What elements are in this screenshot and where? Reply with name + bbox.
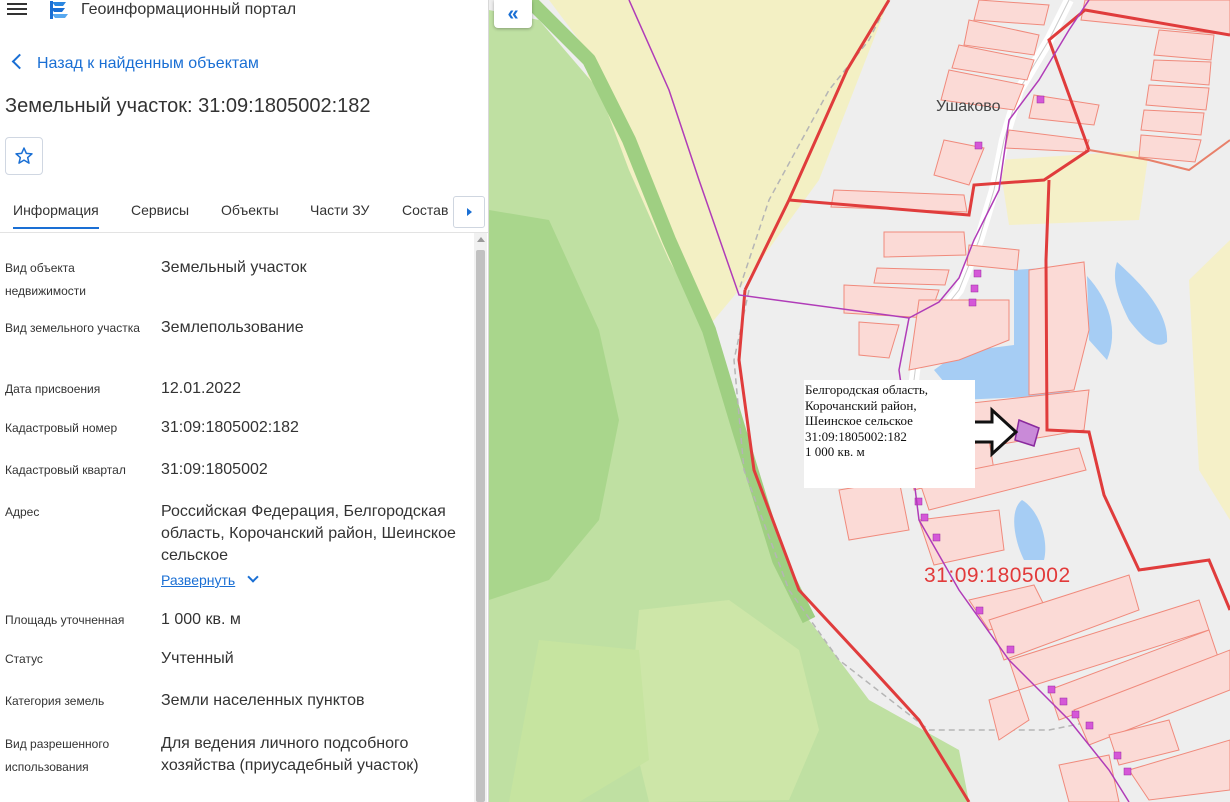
property-label: Кадастровый номер <box>5 421 118 435</box>
property-value: 31:09:1805002:182 <box>161 419 299 436</box>
property-value: 1 000 кв. м <box>161 611 241 628</box>
chevron-down-icon <box>247 571 259 583</box>
property-value: Земли населенных пунктов <box>161 692 365 709</box>
star-icon <box>15 147 33 164</box>
property-label: Площадь уточненная <box>5 613 125 627</box>
tab-bar: Информация Сервисы Объекты Части ЗУ Сост… <box>0 192 488 233</box>
tab-composition[interactable]: Состав <box>402 202 448 218</box>
property-label: Кадастровый квартал <box>5 463 126 477</box>
favorite-button[interactable] <box>5 137 43 175</box>
property-value: Земельный участок <box>161 259 307 276</box>
property-label: Дата присвоения <box>5 382 101 396</box>
property-label: Вид объекта недвижимости <box>5 261 86 298</box>
property-value: 12.01.2022 <box>161 380 242 397</box>
locality-label: Ушаково <box>936 98 1001 115</box>
cadastral-quarter-label: 31:09:1805002 <box>924 564 1071 587</box>
tab-services[interactable]: Сервисы <box>131 202 189 218</box>
app-header: Геоинформационный портал <box>0 0 488 22</box>
collapse-panel-button[interactable]: « <box>494 0 532 28</box>
sidebar-panel: Геоинформационный портал Назад к найденн… <box>0 0 489 802</box>
back-to-results-link[interactable]: Назад к найденным объектам <box>10 53 259 73</box>
property-label: Категория земель <box>5 694 105 708</box>
expand-address-link[interactable]: Развернуть <box>161 571 259 588</box>
popup-line: Корочанский район, <box>805 397 917 413</box>
popup-line: 1 000 кв. м <box>805 444 865 459</box>
property-value: 31:09:1805002 <box>161 461 268 478</box>
scroll-up-arrow-icon[interactable] <box>477 237 485 242</box>
portal-logo-icon <box>50 1 68 19</box>
tabs-scroll-right-button[interactable] <box>453 196 485 228</box>
property-label: Адрес <box>5 505 40 519</box>
popup-line: Белгородская область, <box>805 382 929 397</box>
popup-line: Шеинское сельское <box>805 413 913 428</box>
property-label: Вид разрешенного использования <box>5 737 110 774</box>
chevron-left-icon <box>11 53 28 70</box>
tab-parcel-parts[interactable]: Части ЗУ <box>310 202 369 218</box>
scrollbar-thumb[interactable] <box>476 250 485 802</box>
property-value: Землепользование <box>161 319 304 336</box>
page-title: Земельный участок: 31:09:1805002:182 <box>5 95 371 117</box>
property-value: Для ведения личного подсобного хозяйства… <box>161 735 419 774</box>
app-title: Геоинформационный портал <box>81 1 297 18</box>
expand-link-label: Развернуть <box>161 572 236 588</box>
tab-objects[interactable]: Объекты <box>221 202 279 218</box>
popup-line: 31:09:1805002:182 <box>805 428 907 444</box>
address-value: Российская Федерация, Белгородская облас… <box>161 503 456 564</box>
property-value: Учтенный <box>161 650 234 667</box>
caret-right-icon <box>466 208 472 216</box>
hamburger-icon[interactable] <box>7 1 27 17</box>
map-popup: Белгородская область, Корочанский район,… <box>804 380 975 488</box>
tab-information[interactable]: Информация <box>13 202 99 229</box>
back-link-label: Назад к найденным объектам <box>37 55 259 72</box>
property-label: Вид земельного участка <box>5 321 140 335</box>
property-label: Статус <box>5 652 43 666</box>
